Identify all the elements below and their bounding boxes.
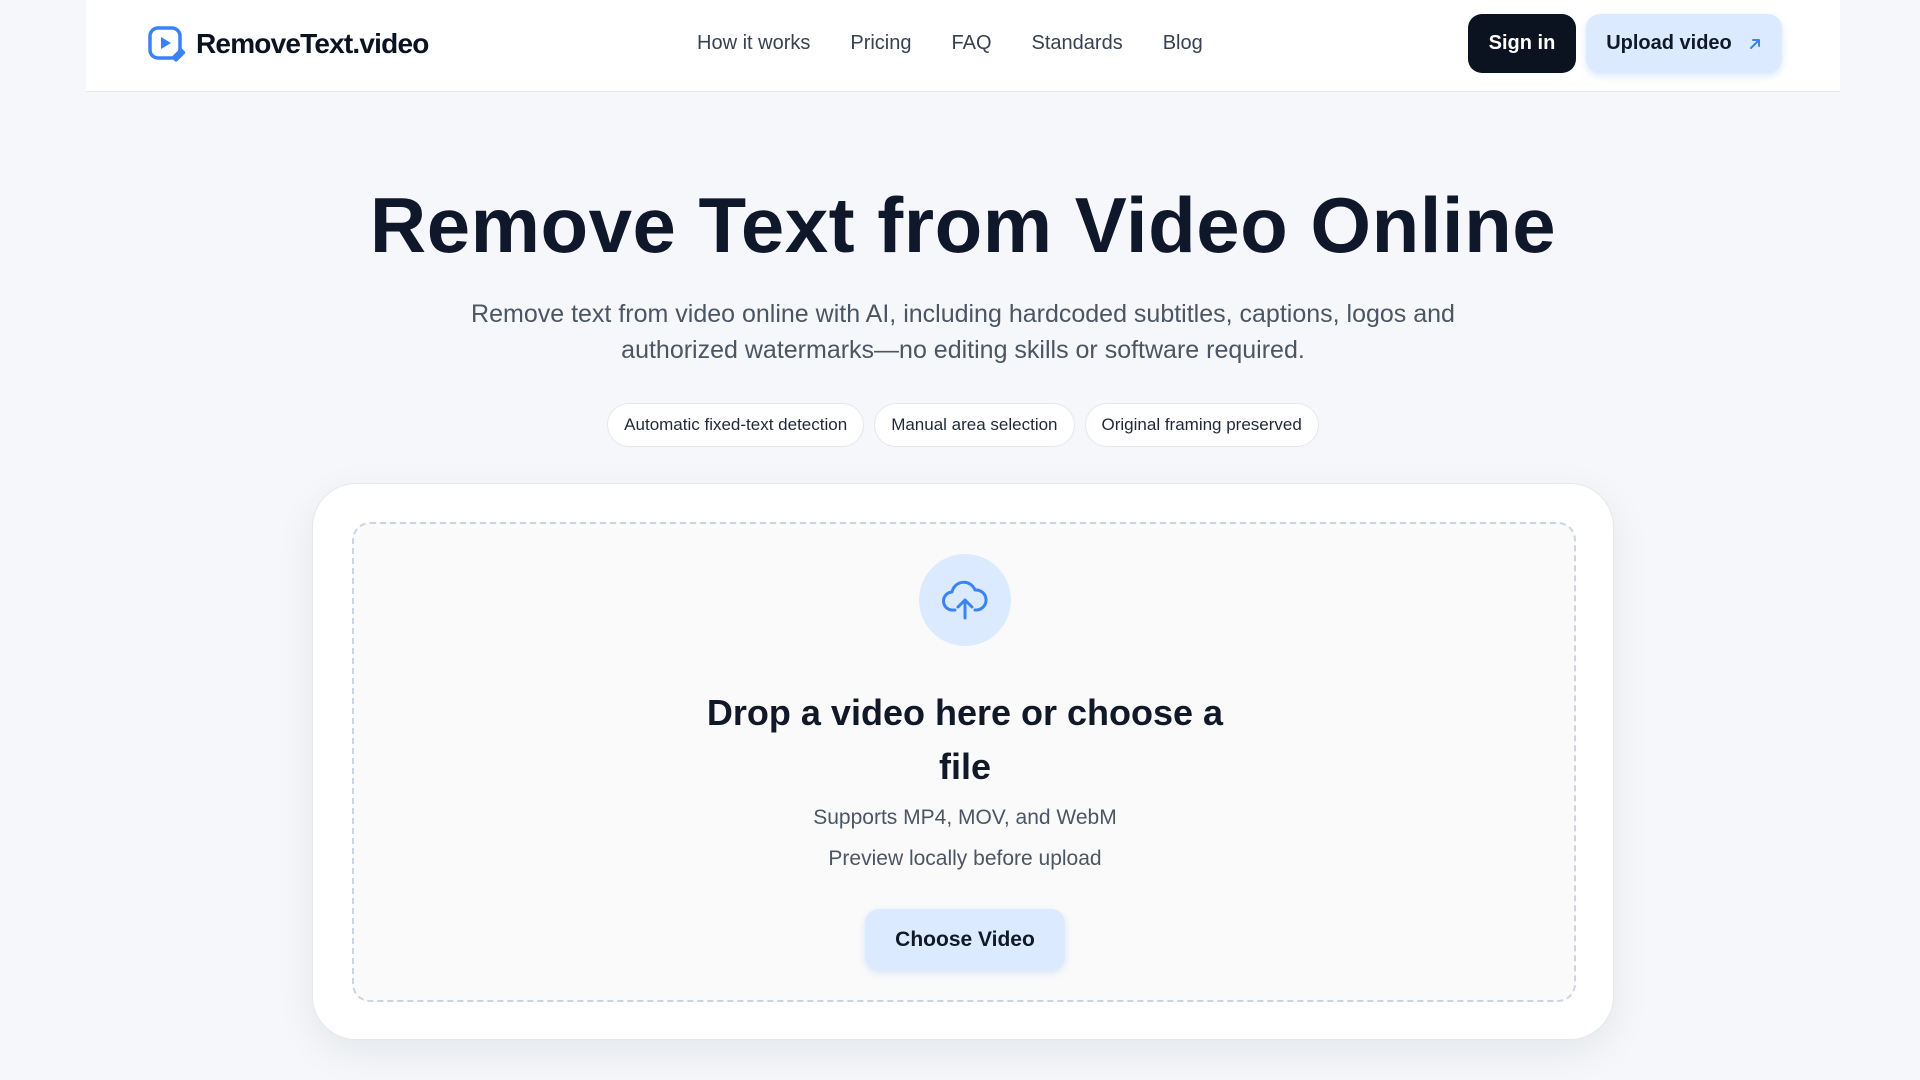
- hero-subtitle: Remove text from video online with AI, i…: [471, 300, 1455, 364]
- nav-standards[interactable]: Standards: [1032, 32, 1123, 55]
- chip-manual-selection: Manual area selection: [874, 403, 1075, 447]
- dropzone-title: Drop a video here or choose a file: [706, 692, 1224, 787]
- main-nav: How it works Pricing FAQ Standards Blog: [697, 0, 1243, 86]
- nav-how-it-works[interactable]: How it works: [697, 32, 810, 55]
- logo-icon: [148, 26, 186, 62]
- video-dropzone[interactable]: Drop a video here or choose a file Suppo…: [352, 522, 1576, 1002]
- cloud-upload-icon: [919, 554, 1011, 646]
- supported-formats: Supports MP4, MOV, and WebM: [813, 806, 1117, 829]
- hero-title: Remove Text from Video Online: [369, 181, 1557, 269]
- nav-blog[interactable]: Blog: [1163, 32, 1203, 55]
- nav-faq[interactable]: FAQ: [952, 32, 992, 55]
- sign-in-button[interactable]: Sign in: [1468, 14, 1576, 73]
- upload-video-button[interactable]: Upload video: [1586, 14, 1782, 73]
- upload-card: Drop a video here or choose a file Suppo…: [312, 483, 1614, 1040]
- choose-video-button[interactable]: Choose Video: [865, 909, 1065, 970]
- preview-note: Preview locally before upload: [828, 847, 1102, 870]
- nav-pricing[interactable]: Pricing: [850, 32, 911, 55]
- chip-auto-detection: Automatic fixed-text detection: [607, 403, 865, 447]
- logo-text: RemoveText.video: [196, 28, 429, 59]
- logo[interactable]: RemoveText.video: [146, 24, 429, 64]
- feature-chips: Automatic fixed-text detection Manual ar…: [0, 403, 1920, 447]
- upload-video-label: Upload video: [1606, 32, 1732, 54]
- chip-framing-preserved: Original framing preserved: [1084, 403, 1319, 447]
- site-header: RemoveText.video How it works Pricing FA…: [86, 0, 1840, 92]
- arrow-up-right-icon: [1749, 38, 1760, 49]
